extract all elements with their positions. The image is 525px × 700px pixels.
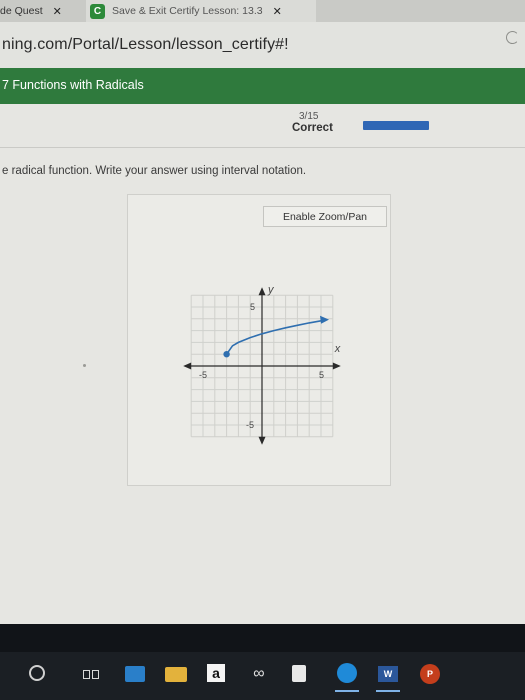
x-tick-label: -5 bbox=[199, 370, 207, 380]
word-icon[interactable]: W bbox=[378, 666, 398, 682]
task-view-icon[interactable] bbox=[82, 664, 100, 684]
powerpoint-icon[interactable]: P bbox=[420, 664, 440, 684]
search-icon[interactable] bbox=[29, 665, 45, 681]
axes bbox=[183, 287, 341, 445]
y-axis-arrow-up bbox=[258, 287, 266, 296]
calculator-icon[interactable] bbox=[292, 665, 306, 682]
store-icon[interactable] bbox=[125, 666, 145, 682]
infinity-icon[interactable]: ∞ bbox=[249, 664, 269, 684]
file-explorer-icon[interactable] bbox=[165, 667, 187, 682]
y-tick-label: 5 bbox=[250, 302, 255, 312]
function-graph[interactable]: y x 5 -5 5 -5 bbox=[0, 0, 525, 700]
curve-endpoint bbox=[223, 351, 230, 358]
tick-labels: y x 5 -5 5 -5 bbox=[199, 284, 341, 430]
x-axis-arrow-left bbox=[183, 362, 192, 370]
y-axis-label: y bbox=[267, 284, 275, 296]
y-axis-arrow-down bbox=[258, 436, 266, 445]
edge-icon[interactable] bbox=[337, 663, 357, 683]
y-tick-label: -5 bbox=[246, 420, 254, 430]
x-axis-arrow-right bbox=[332, 362, 341, 370]
curve-arrowhead bbox=[320, 315, 329, 324]
x-axis-label: x bbox=[334, 343, 341, 355]
amazon-icon[interactable]: a bbox=[207, 664, 225, 682]
desktop-gap bbox=[0, 624, 525, 652]
active-app-indicator bbox=[335, 690, 359, 692]
active-app-indicator bbox=[376, 690, 400, 692]
series-layer bbox=[223, 315, 329, 358]
x-tick-label: 5 bbox=[319, 370, 324, 380]
